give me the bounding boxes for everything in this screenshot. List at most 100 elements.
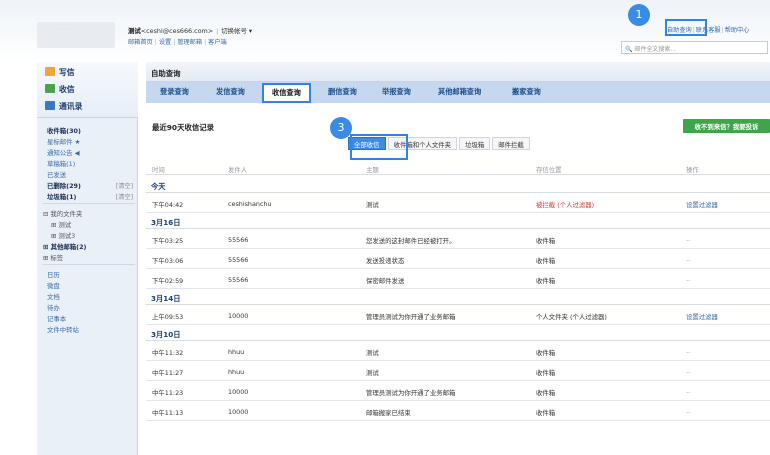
filter-spam[interactable]: 垃圾箱 xyxy=(459,137,491,150)
folder-tree-other[interactable]: ⊞ 其他邮箱(2) xyxy=(43,242,86,251)
tab-delete-query[interactable]: 删信查询 xyxy=(328,87,357,97)
folder-drafts[interactable]: 草稿箱(1) xyxy=(47,159,75,168)
mail-client: - - - - - 测试<ceshi@ces666.com> | 切换帐号 ▾ 邮箱… xyxy=(0,0,770,455)
admin-link[interactable]: 管理邮箱 xyxy=(177,39,202,46)
table-row[interactable]: 中午11:32 hhuu 测试 收件箱 -- xyxy=(146,341,770,361)
app-drive[interactable]: 微盘 xyxy=(47,281,60,290)
folder-starred[interactable]: 星标邮件 ★ xyxy=(47,137,80,146)
cell-operation: -- xyxy=(686,388,691,396)
section-title: 最近90天收信记录 xyxy=(152,123,215,132)
cell-subject: 管理员测试为你开通了业务邮箱 xyxy=(366,313,456,321)
contacts-label: 通讯录 xyxy=(59,102,83,111)
logo[interactable]: - - - - - xyxy=(37,22,115,48)
tab-move-query[interactable]: 搬家查询 xyxy=(512,87,541,97)
folder-sent[interactable]: 已发送 xyxy=(47,170,66,179)
search-input[interactable]: 🔍 邮件全文搜索... xyxy=(621,41,768,54)
account-name: 测试 xyxy=(128,27,141,35)
cell-time: 上午09:53 xyxy=(152,313,184,321)
folder-tree-test[interactable]: ⊞ 测试 xyxy=(51,220,71,229)
folder-notices[interactable]: 通知公告 ◀ xyxy=(47,148,80,157)
folder-deleted[interactable]: 已删除(29) xyxy=(47,181,81,190)
divider xyxy=(43,264,135,265)
table-row[interactable]: 中午11:13 10000 邮箱搬家已结束 收件箱 -- xyxy=(146,401,770,421)
folder-spam[interactable]: 垃圾箱(1) xyxy=(47,192,76,201)
cell-location: 收件箱 xyxy=(536,349,556,357)
cell-time: 中午11:32 xyxy=(152,349,184,357)
table-row[interactable]: 上午09:53 10000 管理员测试为你开通了业务邮箱 个人文件夹 (个人过滤器) 设… xyxy=(146,305,770,325)
table-row[interactable]: 下午03:06 55566 发送投递状态 收件箱 -- xyxy=(146,249,770,269)
inbox-icon xyxy=(45,84,55,93)
cell-location: 收件箱 xyxy=(536,389,556,397)
cell-time: 下午02:59 xyxy=(152,277,184,285)
tab-send-query[interactable]: 发信查询 xyxy=(216,87,245,97)
contacts-icon xyxy=(45,101,55,110)
settings-link[interactable]: 设置 xyxy=(159,39,171,46)
date-group-header: 3月10日 xyxy=(146,325,770,341)
client-link[interactable]: 客户端 xyxy=(208,39,227,46)
cell-location: 收件箱 xyxy=(536,369,556,377)
home-link[interactable]: 邮箱首页 xyxy=(128,39,153,46)
contacts-button[interactable]: 通讯录 xyxy=(45,101,82,112)
cell-sender: hhuu xyxy=(228,348,245,356)
search-icon: 🔍 xyxy=(625,46,633,53)
cell-sender: 55566 xyxy=(228,256,249,264)
inbox-label: 收信 xyxy=(59,85,75,94)
filter-blocked[interactable]: 邮件拦截 xyxy=(492,137,530,150)
clear-spam-link[interactable]: [清空] xyxy=(116,192,133,201)
app-file-transfer[interactable]: 文件中转站 xyxy=(47,325,79,334)
cell-subject: 保密邮件发送 xyxy=(366,277,405,285)
app-docs[interactable]: 文档 xyxy=(47,292,60,301)
cell-time: 下午03:06 xyxy=(152,257,184,265)
cell-location: 收件箱 xyxy=(536,257,556,265)
set-filter-link[interactable]: 设置过滤器 xyxy=(686,312,718,321)
table-row[interactable]: 下午04:42 ceshishanchu 测试 被拦截 (个人过滤器) 设置过滤器 xyxy=(146,193,770,213)
folder-tree-tags[interactable]: ⊞ 标签 xyxy=(43,253,63,262)
cell-operation: -- xyxy=(686,276,691,284)
col-location: 存信位置 xyxy=(536,166,562,174)
tab-other-mailbox-query[interactable]: 其他邮箱查询 xyxy=(438,87,481,97)
sidebar: 写信 收信 通讯录 收件箱(30) 星标邮件 ★ 通知公告 ◀ 草稿箱(1) 已… xyxy=(37,62,138,455)
help-center-link[interactable]: 帮助中心 xyxy=(725,27,750,34)
clear-deleted-link[interactable]: [清空] xyxy=(116,181,133,190)
inbox-button[interactable]: 收信 xyxy=(45,84,75,95)
divider xyxy=(43,203,135,204)
switch-account-link[interactable]: 切换帐号 ▾ xyxy=(221,27,252,35)
folder-tree-mine[interactable]: ⊟ 我的文件夹 xyxy=(43,209,82,218)
folder-tree-test3[interactable]: ⊞ 测试3 xyxy=(51,231,75,240)
cell-location: 收件箱 xyxy=(536,409,556,417)
logo-text: - - - - - xyxy=(57,27,79,32)
date-group-header: 今天 xyxy=(146,177,770,193)
cell-subject: 您发送的这封邮件已经被打开。 xyxy=(366,237,456,245)
complain-button[interactable]: 收不到来信？我要投诉 xyxy=(683,119,770,133)
table-row[interactable]: 中午11:23 10000 管理员测试为你开通了业务邮箱 收件箱 -- xyxy=(146,381,770,401)
date-group-header: 3月16日 xyxy=(146,213,770,229)
app-todo[interactable]: 待办 xyxy=(47,303,60,312)
cell-operation: -- xyxy=(686,368,691,376)
set-filter-link[interactable]: 设置过滤器 xyxy=(686,200,718,209)
app-calendar[interactable]: 日历 xyxy=(47,270,60,279)
app-notes[interactable]: 记事本 xyxy=(47,314,66,323)
folder-inbox[interactable]: 收件箱(30) xyxy=(47,126,81,135)
col-subject: 主题 xyxy=(366,166,379,174)
highlight-box xyxy=(350,134,408,160)
cell-sender: 55566 xyxy=(228,276,249,284)
cell-operation: -- xyxy=(686,256,691,264)
table-row[interactable]: 下午02:59 55566 保密邮件发送 收件箱 -- xyxy=(146,269,770,289)
cell-subject: 邮箱搬家已结束 xyxy=(366,409,411,417)
tab-report-query[interactable]: 举报查询 xyxy=(382,87,411,97)
main-buttons: 写信 收信 通讯录 xyxy=(37,62,138,118)
cell-operation: -- xyxy=(686,236,691,244)
account-info: 测试<ceshi@ces666.com> | 切换帐号 ▾ xyxy=(128,27,253,35)
cell-operation: -- xyxy=(686,348,691,356)
table-row[interactable]: 下午03:25 55566 您发送的这封邮件已经被打开。 收件箱 -- xyxy=(146,229,770,249)
tab-receive-query[interactable]: 收信查询 xyxy=(262,83,311,103)
tab-login-query[interactable]: 登录查询 xyxy=(160,87,189,97)
col-time: 时间 xyxy=(152,166,165,174)
account-links: 邮箱首页 | 设置 | 管理邮箱 | 客户端 xyxy=(128,39,227,46)
cell-location: 被拦截 (个人过滤器) xyxy=(536,201,595,209)
table-row[interactable]: 中午11:27 hhuu 测试 收件箱 -- xyxy=(146,361,770,381)
page-title: 自助查询 xyxy=(151,69,181,78)
compose-button[interactable]: 写信 xyxy=(45,67,75,78)
cell-time: 下午04:42 xyxy=(152,201,184,209)
cell-operation: -- xyxy=(686,408,691,416)
